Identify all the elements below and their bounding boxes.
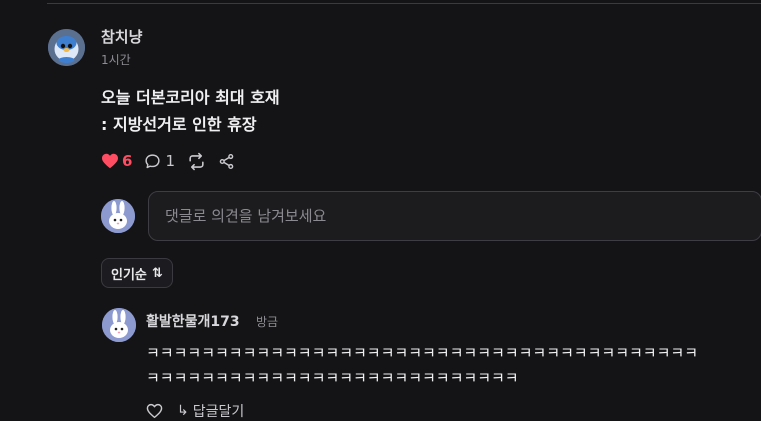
rabbit-avatar-icon xyxy=(102,308,136,342)
penguin-avatar-icon xyxy=(48,29,85,66)
reply-line: ㅋㅋㅋㅋㅋㅋㅋㅋㅋㅋㅋㅋㅋㅋㅋㅋㅋㅋㅋㅋㅋㅋㅋㅋㅋㅋㅋㅋㅋㅋㅋㅋㅋㅋㅋㅋㅋㅋㅋㅋ xyxy=(146,344,699,362)
repost-icon xyxy=(189,152,204,170)
post-line: : 지방선거로 인한 휴장 xyxy=(101,115,257,134)
heart-outline-icon xyxy=(146,403,163,419)
rabbit-avatar-icon xyxy=(101,199,135,233)
reply-line: ㅋㅋㅋㅋㅋㅋㅋㅋㅋㅋㅋㅋㅋㅋㅋㅋㅋㅋㅋㅋㅋㅋㅋㅋㅋㅋㅋ xyxy=(146,369,519,387)
heart-filled-icon xyxy=(102,153,118,169)
reply-like-button[interactable] xyxy=(146,403,163,419)
speech-bubble-icon xyxy=(145,153,161,168)
sort-button[interactable]: 인기순 ⇅ xyxy=(101,258,173,288)
post-line: 오늘 더본코리아 최대 호재 xyxy=(101,88,280,107)
reply-content: ㅋㅋㅋㅋㅋㅋㅋㅋㅋㅋㅋㅋㅋㅋㅋㅋㅋㅋㅋㅋㅋㅋㅋㅋㅋㅋㅋㅋㅋㅋㅋㅋㅋㅋㅋㅋㅋㅋㅋㅋ… xyxy=(146,341,761,391)
repost-button[interactable] xyxy=(187,152,206,171)
reply-timestamp: 방금 xyxy=(256,315,279,329)
like-count: 6 xyxy=(122,152,133,170)
post-actions: 6 1 xyxy=(101,150,247,172)
reply-actions: ↳ 답글달기 xyxy=(146,401,244,421)
post-author-avatar[interactable] xyxy=(48,29,85,66)
like-button[interactable]: 6 xyxy=(101,152,132,170)
sort-arrows-icon: ⇅ xyxy=(151,265,163,281)
reply-write-label: 답글달기 xyxy=(192,404,245,420)
sort-label: 인기순 xyxy=(111,267,147,283)
comment-input[interactable] xyxy=(148,191,761,241)
post-content: 오늘 더본코리아 최대 호재 : 지방선거로 인한 휴장 xyxy=(101,84,280,138)
share-icon xyxy=(219,153,234,169)
top-divider xyxy=(47,3,761,4)
reply-write-button[interactable]: ↳ 답글달기 xyxy=(177,401,244,421)
reply-author-name[interactable]: 활발한물개173 xyxy=(146,311,240,331)
comment-count: 1 xyxy=(165,152,175,170)
current-user-avatar xyxy=(101,199,135,233)
post-author-name[interactable]: 참치냥 xyxy=(101,26,142,47)
reply-arrow-icon: ↳ xyxy=(177,403,189,419)
post-timestamp: 1시간 xyxy=(101,53,131,67)
comment-button[interactable]: 1 xyxy=(144,152,175,170)
reply-author-avatar[interactable] xyxy=(102,308,136,342)
share-button[interactable] xyxy=(218,153,235,170)
